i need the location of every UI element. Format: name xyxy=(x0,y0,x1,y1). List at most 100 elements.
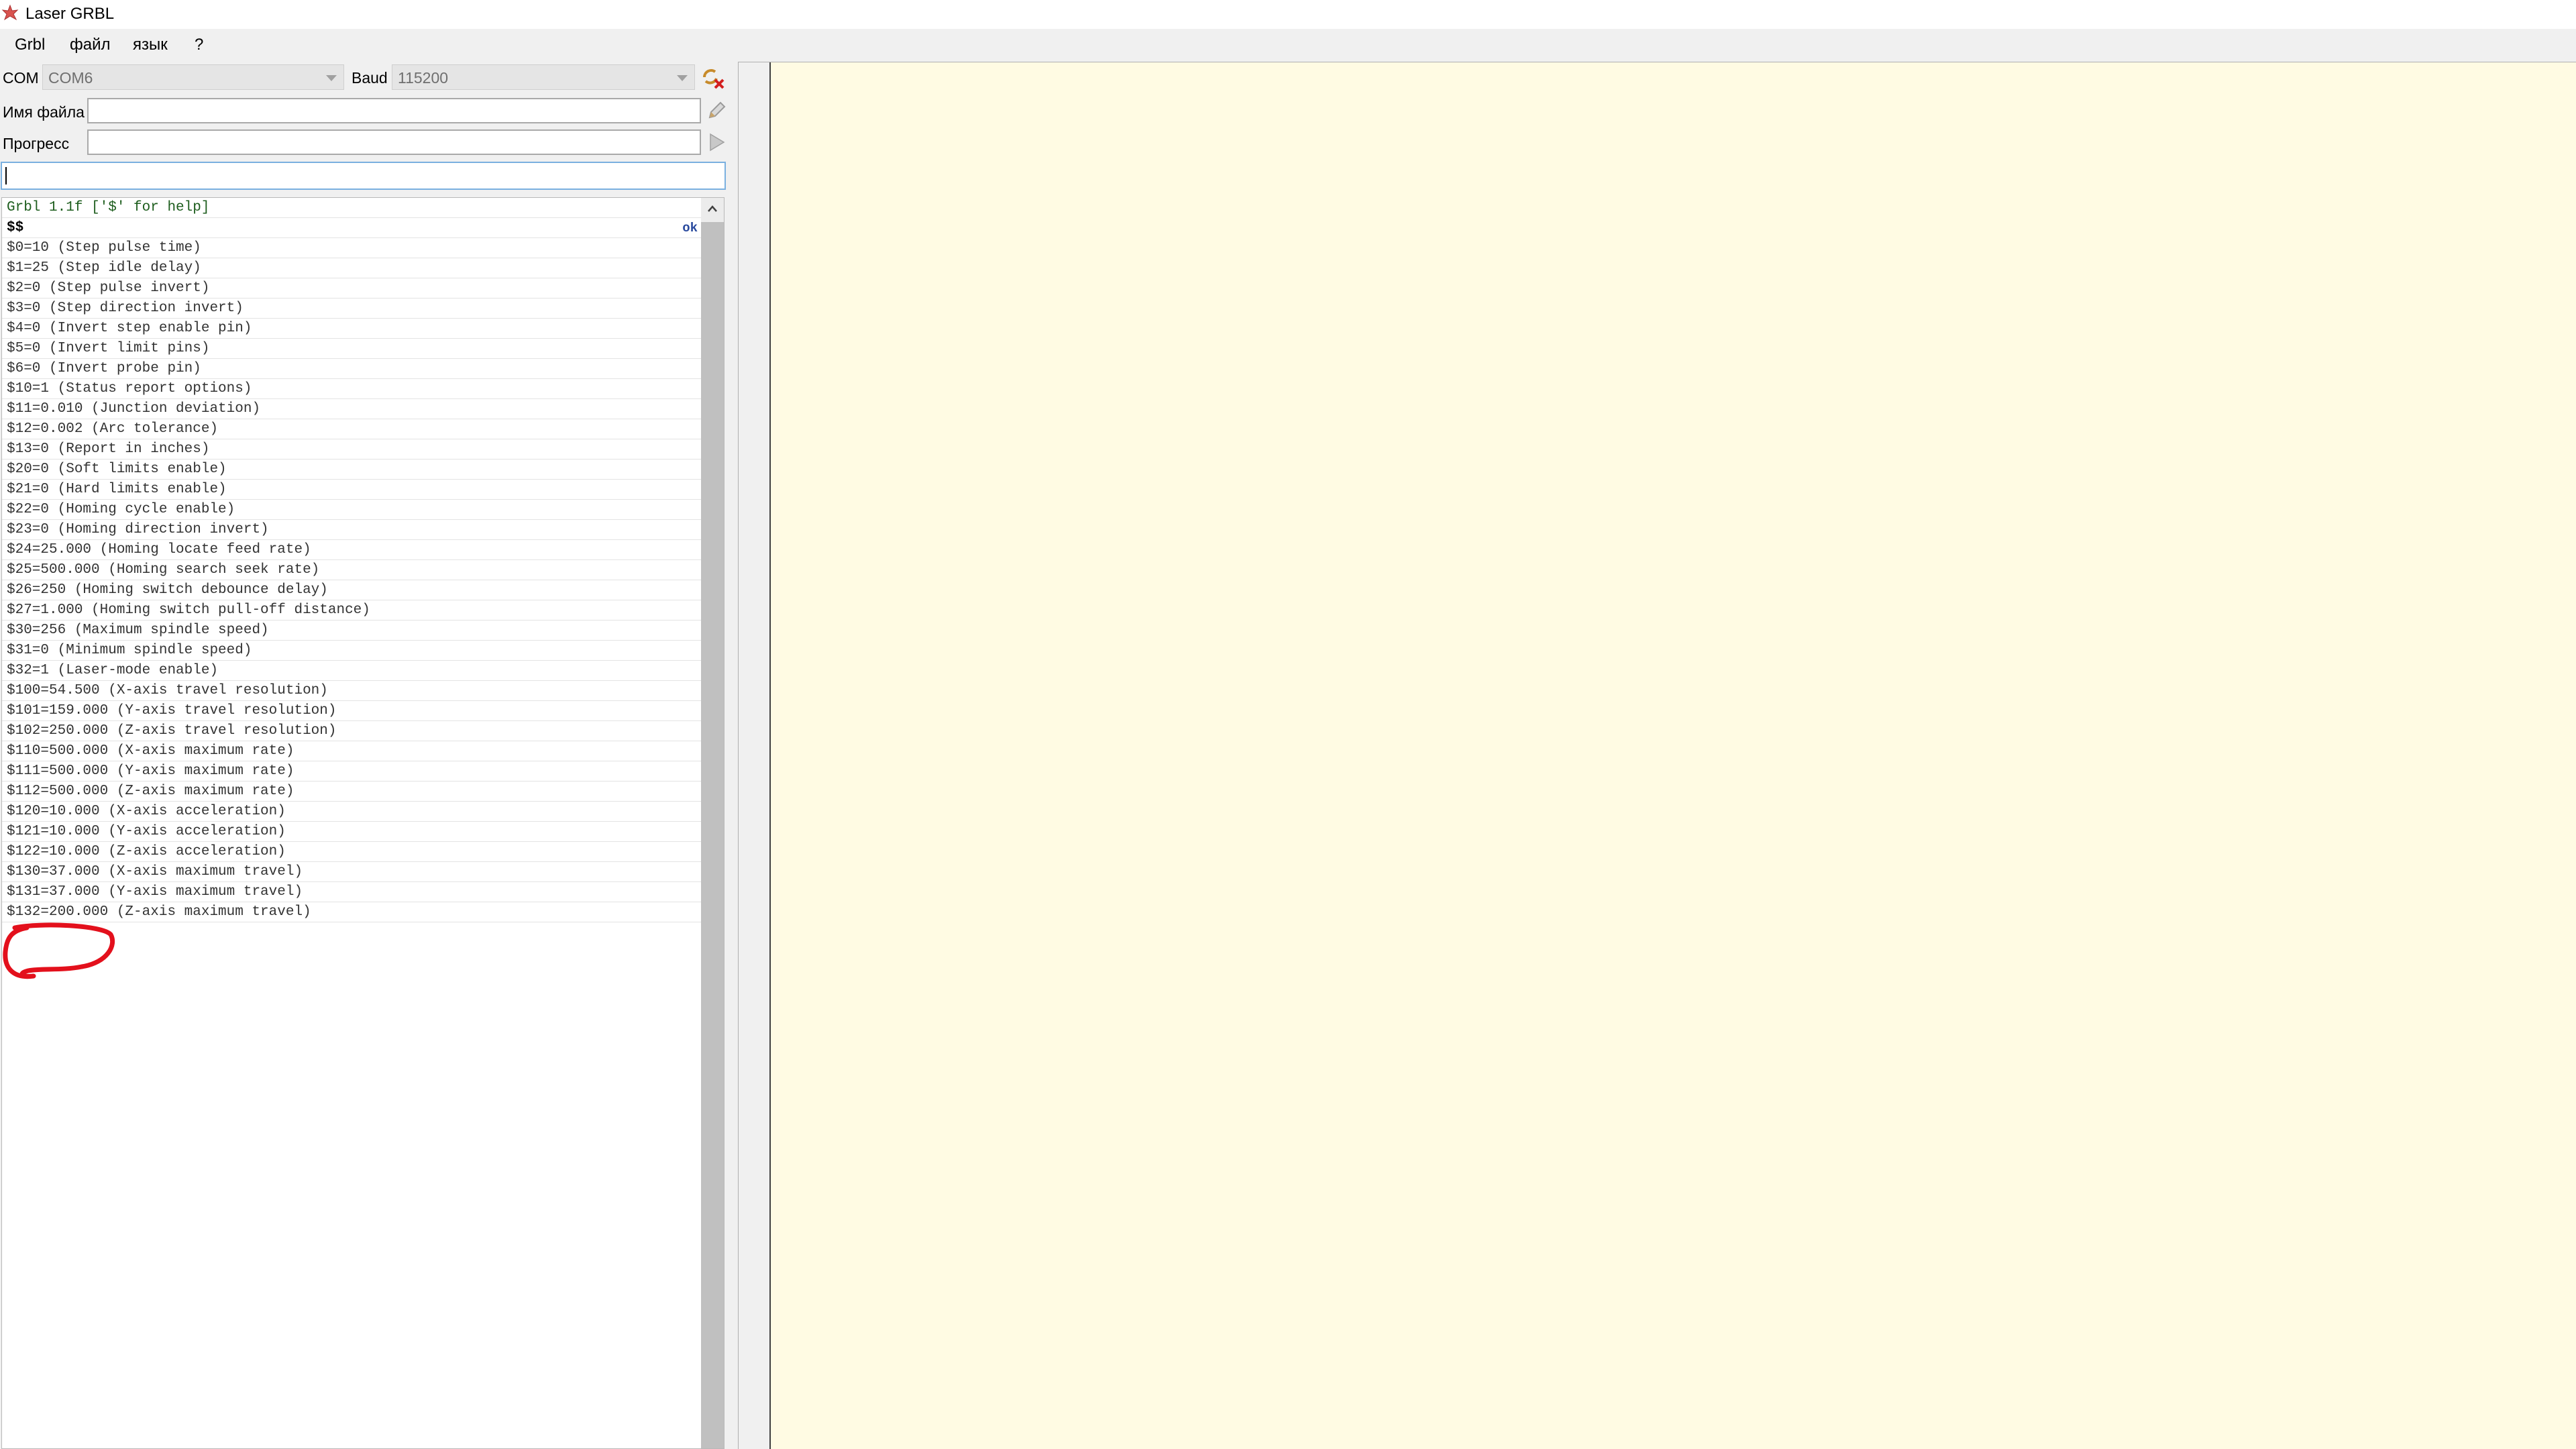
progress-label: Прогресс xyxy=(3,135,70,152)
console-line: $10=1 (Status report options) xyxy=(2,379,702,399)
console-line-text: $120=10.000 (X-axis acceleration) xyxy=(7,804,286,819)
console-line: $26=250 (Homing switch debounce delay) xyxy=(2,580,702,600)
console-line-text: $111=500.000 (Y-axis maximum rate) xyxy=(7,763,294,779)
window-title: Laser GRBL xyxy=(25,5,115,23)
console-line: $12=0.002 (Arc tolerance) xyxy=(2,419,702,439)
pencil-icon[interactable] xyxy=(703,97,730,124)
console-line-text: $1=25 (Step idle delay) xyxy=(7,260,201,276)
console-command-line: $$ ok xyxy=(2,218,702,238)
progress-bar xyxy=(87,129,701,155)
console-line: $22=0 (Homing cycle enable) xyxy=(2,500,702,520)
console-log[interactable]: Grbl 1.1f ['$' for help] $$ ok $0=10 (St… xyxy=(1,197,724,1449)
app-logo-icon xyxy=(1,4,19,21)
console-line: $27=1.000 (Homing switch pull-off distan… xyxy=(2,600,702,621)
console-line-text: $30=256 (Maximum spindle speed) xyxy=(7,623,269,638)
panel-splitter[interactable] xyxy=(731,62,738,1449)
baud-label: Baud xyxy=(352,69,388,87)
console-line-text: $100=54.500 (X-axis travel resolution) xyxy=(7,683,328,698)
com-port-select[interactable]: COM6 xyxy=(42,64,344,90)
console-line-text: $26=250 (Homing switch debounce delay) xyxy=(7,582,328,598)
console-line-text: $11=0.010 (Junction deviation) xyxy=(7,401,261,417)
menu-grbl[interactable]: Grbl xyxy=(15,36,45,54)
console-header-text: Grbl 1.1f ['$' for help] xyxy=(7,200,210,215)
console-line: $24=25.000 (Homing locate feed rate) xyxy=(2,540,702,560)
preview-canvas[interactable] xyxy=(738,62,2576,1449)
console-line-text: $130=37.000 (X-axis maximum travel) xyxy=(7,864,303,879)
control-panel: COM COM6 Baud 115200 Имя файла Прогресс xyxy=(0,62,731,1449)
console-line-text: $4=0 (Invert step enable pin) xyxy=(7,321,252,336)
console-line-text: $121=10.000 (Y-axis acceleration) xyxy=(7,824,286,839)
console-line: $2=0 (Step pulse invert) xyxy=(2,278,702,299)
console-line: $102=250.000 (Z-axis travel resolution) xyxy=(2,721,702,741)
console-line-text: $3=0 (Step direction invert) xyxy=(7,301,244,316)
play-icon[interactable] xyxy=(703,129,730,156)
menu-file[interactable]: файл xyxy=(70,36,111,54)
console-line-text: $12=0.002 (Arc tolerance) xyxy=(7,421,219,437)
console-line-text: $23=0 (Homing direction invert) xyxy=(7,522,269,537)
console-line: $5=0 (Invert limit pins) xyxy=(2,339,702,359)
console-line-text: $112=500.000 (Z-axis maximum rate) xyxy=(7,784,294,799)
console-line: $20=0 (Soft limits enable) xyxy=(2,460,702,480)
file-name-field[interactable] xyxy=(87,98,701,123)
console-line-text: $21=0 (Hard limits enable) xyxy=(7,482,227,497)
console-line: $112=500.000 (Z-axis maximum rate) xyxy=(2,782,702,802)
console-line-text: $0=10 (Step pulse time) xyxy=(7,240,201,256)
chevron-down-icon xyxy=(326,75,337,81)
text-caret xyxy=(5,167,7,184)
console-line: $132=200.000 (Z-axis maximum travel) xyxy=(2,902,702,922)
console-line-text: $102=250.000 (Z-axis travel resolution) xyxy=(7,723,337,739)
console-line: $25=500.000 (Homing search seek rate) xyxy=(2,560,702,580)
console-line-text: $31=0 (Minimum spindle speed) xyxy=(7,643,252,658)
console-line-text: $6=0 (Invert probe pin) xyxy=(7,361,201,376)
connect-icon[interactable] xyxy=(699,64,726,91)
console-line: $23=0 (Homing direction invert) xyxy=(2,520,702,540)
console-line-text: $32=1 (Laser-mode enable) xyxy=(7,663,219,678)
command-input[interactable] xyxy=(1,162,726,190)
scroll-up-button[interactable] xyxy=(701,198,724,222)
console-line-text: $13=0 (Report in inches) xyxy=(7,441,210,457)
preview-ruler xyxy=(739,62,771,1449)
console-line-text: $25=500.000 (Homing search seek rate) xyxy=(7,562,320,578)
console-line-text: $20=0 (Soft limits enable) xyxy=(7,462,227,477)
console-line-text: $10=1 (Status report options) xyxy=(7,381,252,396)
console-line-text: $101=159.000 (Y-axis travel resolution) xyxy=(7,703,337,718)
menu-help[interactable]: ? xyxy=(195,36,203,54)
console-scrollbar[interactable] xyxy=(701,198,724,1448)
com-label: COM xyxy=(3,69,39,87)
console-line: $120=10.000 (X-axis acceleration) xyxy=(2,802,702,822)
chevron-up-icon xyxy=(708,205,717,212)
console-command-text: $$ xyxy=(7,220,24,235)
console-line-text: $24=25.000 (Homing locate feed rate) xyxy=(7,542,311,557)
console-line: $13=0 (Report in inches) xyxy=(2,439,702,460)
file-name-label: Имя файла xyxy=(3,103,85,121)
console-line-text: $22=0 (Homing cycle enable) xyxy=(7,502,235,517)
console-header-line: Grbl 1.1f ['$' for help] xyxy=(2,198,702,218)
console-line: $21=0 (Hard limits enable) xyxy=(2,480,702,500)
console-line: $100=54.500 (X-axis travel resolution) xyxy=(2,681,702,701)
console-line-text: $122=10.000 (Z-axis acceleration) xyxy=(7,844,286,859)
console-line-text: $2=0 (Step pulse invert) xyxy=(7,280,210,296)
baud-rate-value: 115200 xyxy=(398,69,449,87)
console-line: $3=0 (Step direction invert) xyxy=(2,299,702,319)
console-line-text: $132=200.000 (Z-axis maximum travel) xyxy=(7,904,311,920)
com-port-value: COM6 xyxy=(48,69,93,87)
console-line: $122=10.000 (Z-axis acceleration) xyxy=(2,842,702,862)
console-line: $31=0 (Minimum spindle speed) xyxy=(2,641,702,661)
console-line-text: $5=0 (Invert limit pins) xyxy=(7,341,210,356)
console-line: $110=500.000 (X-axis maximum rate) xyxy=(2,741,702,761)
console-line-text: $110=500.000 (X-axis maximum rate) xyxy=(7,743,294,759)
console-line: $4=0 (Invert step enable pin) xyxy=(2,319,702,339)
console-line: $11=0.010 (Junction deviation) xyxy=(2,399,702,419)
chevron-down-icon xyxy=(677,75,688,81)
console-line: $130=37.000 (X-axis maximum travel) xyxy=(2,862,702,882)
baud-rate-select[interactable]: 115200 xyxy=(392,64,695,90)
console-line: $1=25 (Step idle delay) xyxy=(2,258,702,278)
title-bar: Laser GRBL xyxy=(0,0,2576,29)
menu-bar: Grbl файл язык ? xyxy=(0,29,2576,62)
console-lines: Grbl 1.1f ['$' for help] $$ ok $0=10 (St… xyxy=(2,198,702,922)
menu-language[interactable]: язык xyxy=(133,36,168,54)
console-ok-status: ok xyxy=(682,221,698,235)
console-line: $121=10.000 (Y-axis acceleration) xyxy=(2,822,702,842)
console-line-text: $27=1.000 (Homing switch pull-off distan… xyxy=(7,602,370,618)
console-line: $6=0 (Invert probe pin) xyxy=(2,359,702,379)
